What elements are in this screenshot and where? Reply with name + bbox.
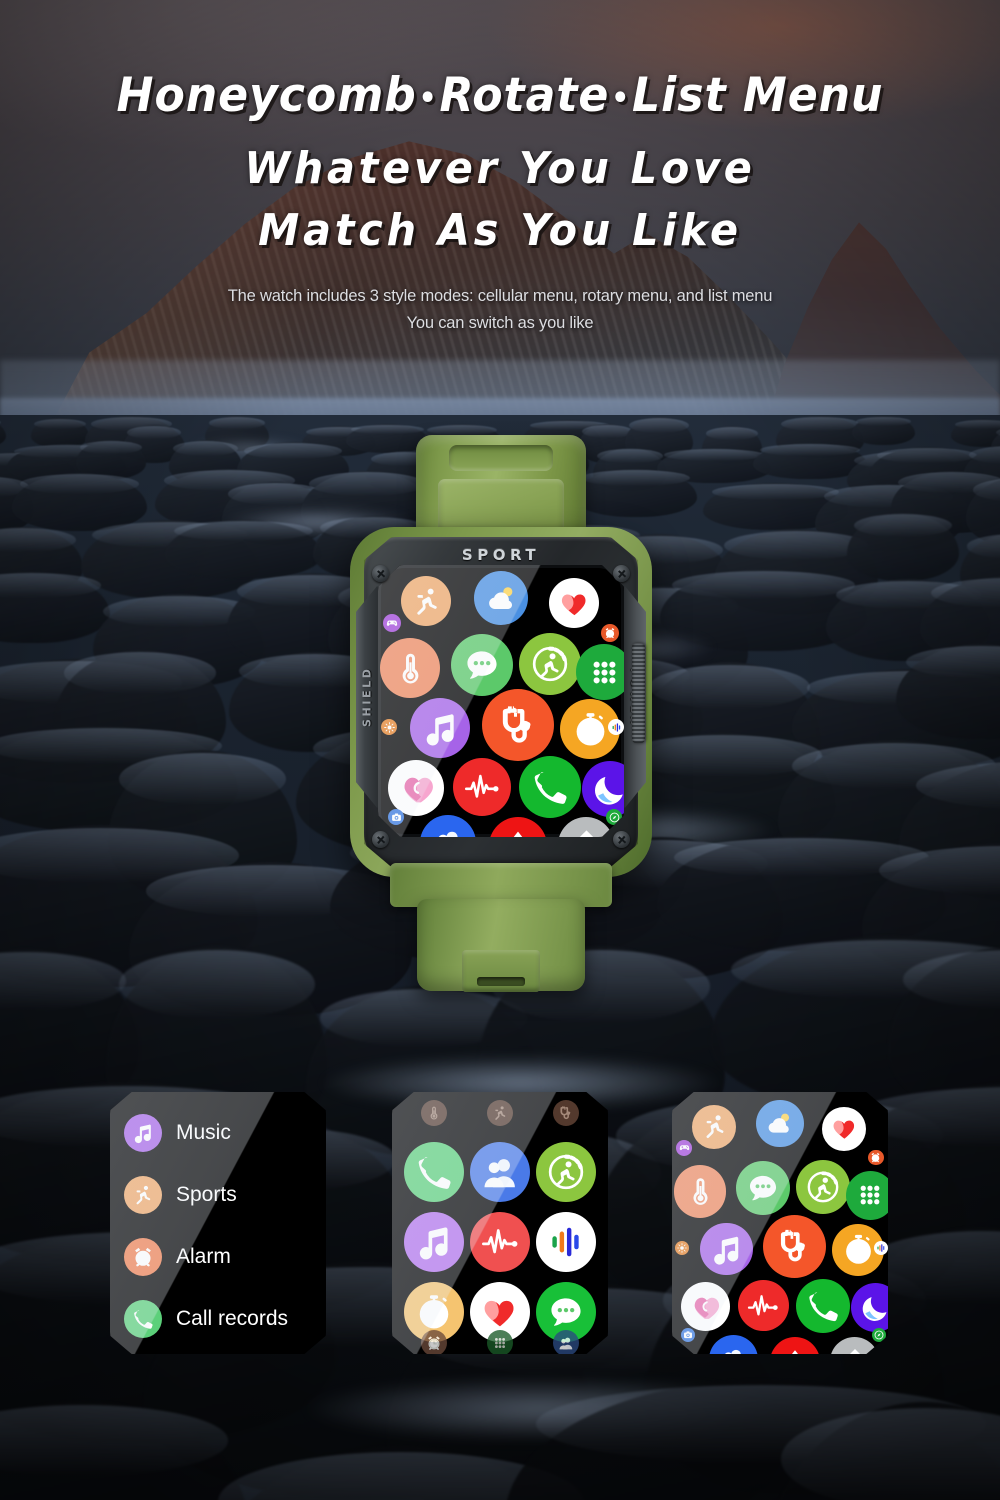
honey-panel-app-settings[interactable] (830, 1337, 880, 1354)
honey-panel-edge-compass[interactable] (872, 1327, 887, 1342)
app-sports-running[interactable] (401, 576, 451, 626)
list-item-label: Music (176, 1121, 231, 1144)
headline-line-2: Whatever You Love (244, 143, 756, 194)
list-menu-panel[interactable]: Music Sports Alarm Call records (110, 1092, 326, 1354)
app-messages[interactable] (451, 634, 513, 696)
app-sleep[interactable] (582, 761, 624, 817)
app-phone-call[interactable] (519, 756, 581, 818)
style-mode-panels: Music Sports Alarm Call records (0, 1092, 1000, 1382)
rotary-app-ecg[interactable] (470, 1212, 530, 1272)
band-slot (477, 977, 525, 986)
app-thermometer[interactable] (380, 638, 440, 698)
subtitle-block: The watch includes 3 style modes: cellul… (0, 283, 1000, 336)
rotary-app-phone-call[interactable] (404, 1142, 464, 1202)
honey-panel-app-sports-running[interactable] (692, 1104, 737, 1149)
list-item-label: Alarm (176, 1245, 231, 1268)
headline-word-list-menu: List Menu (632, 68, 884, 123)
honey-panel-app-health-monitor[interactable] (763, 1214, 827, 1278)
honey-panel-app-ecg[interactable] (737, 1280, 789, 1332)
list-item-call-records[interactable]: Call records (124, 1300, 288, 1338)
watch-left-rail-label: SHIELD (360, 666, 374, 728)
honey-panel-app-messages[interactable] (736, 1161, 791, 1216)
honey-panel-app-app-grid[interactable] (845, 1170, 888, 1220)
app-heart-rate[interactable] (549, 578, 599, 628)
rotary-app-contacts[interactable] (470, 1142, 530, 1202)
edge-app-alarm[interactable] (601, 624, 619, 642)
honeycomb-menu-panel[interactable] (672, 1092, 888, 1354)
rotary-faded-bottom-alarm-clock-icon[interactable] (421, 1330, 447, 1354)
list-item-label: Sports (176, 1183, 237, 1206)
phone-icon (124, 1300, 162, 1338)
band-top-notch (449, 445, 553, 471)
headline-separator-1: • (418, 80, 438, 116)
subtitle-line-2: You can switch as you like (406, 313, 594, 332)
list-item-music[interactable]: Music (124, 1114, 231, 1152)
honey-panel-app-phone-call[interactable] (795, 1278, 851, 1333)
subtitle-line-1: The watch includes 3 style modes: cellul… (227, 287, 773, 305)
header-block: Honeycomb•Rotate•List Menu Whatever You … (0, 0, 1000, 336)
rotary-faded-bottom-contacts-icon[interactable] (553, 1330, 579, 1354)
edge-app-equalizer[interactable] (608, 719, 624, 735)
honey-panel-app-sleep[interactable] (851, 1283, 888, 1333)
honey-panel-app-female-health[interactable] (680, 1282, 730, 1332)
honey-panel-edge-camera[interactable] (680, 1327, 695, 1342)
app-weather[interactable] (474, 571, 528, 625)
edge-app-brightness[interactable] (381, 719, 397, 735)
case-screw-bottom-left (372, 831, 389, 848)
rotary-menu-panel[interactable] (392, 1092, 608, 1354)
honey-panel-app-blood-oxygen[interactable] (769, 1337, 821, 1354)
rotary-app-workout[interactable] (536, 1142, 596, 1202)
rotary-faded-top-stethoscope-icon[interactable] (553, 1100, 579, 1126)
watch-screen[interactable] (378, 565, 624, 837)
edge-app-camera[interactable] (388, 809, 404, 825)
headline-word-rotate: Rotate (439, 68, 610, 123)
honey-panel-app-contacts[interactable] (708, 1335, 759, 1354)
app-ecg[interactable] (453, 758, 511, 816)
running-icon (124, 1176, 162, 1214)
honey-panel-app-weather[interactable] (756, 1100, 804, 1148)
honey-panel-app-music[interactable] (700, 1222, 753, 1276)
rotary-faded-top-thermometer-icon[interactable] (421, 1100, 447, 1126)
app-female-health[interactable] (388, 760, 444, 816)
headline-line-3: Match As You Like (258, 205, 742, 256)
honey-panel-edge-equalizer[interactable] (874, 1241, 888, 1255)
list-item-alarm[interactable]: Alarm (124, 1238, 231, 1276)
case-screw-top-right (613, 565, 630, 582)
power-button[interactable] (632, 643, 645, 743)
list-item-label: Call records (176, 1307, 289, 1330)
watch-brand-label: SPORT (461, 546, 541, 564)
rotary-faded-bottom-grid-dots-icon[interactable] (487, 1330, 513, 1354)
headline-word-honeycomb: Honeycomb (116, 68, 417, 123)
rotary-faded-top-running-icon[interactable] (487, 1100, 513, 1126)
honey-panel-app-workout[interactable] (795, 1160, 851, 1215)
rotary-app-music[interactable] (404, 1212, 464, 1272)
app-workout[interactable] (519, 633, 581, 695)
honey-panel-edge-brightness[interactable] (674, 1241, 689, 1255)
case-screw-top-left (372, 565, 389, 582)
app-health-monitor[interactable] (482, 689, 554, 761)
honey-panel-edge-alarm[interactable] (867, 1149, 884, 1166)
app-blood-oxygen[interactable] (489, 817, 547, 837)
app-contacts[interactable] (420, 815, 476, 837)
rotary-app-equalizer[interactable] (536, 1212, 596, 1272)
music-note-icon (124, 1114, 162, 1152)
app-app-grid[interactable] (576, 644, 624, 700)
alarm-clock-icon (124, 1238, 162, 1276)
honey-panel-app-thermometer[interactable] (673, 1164, 727, 1218)
case-screw-bottom-right (613, 831, 630, 848)
headline-line-1: Honeycomb•Rotate•List Menu (30, 0, 970, 119)
app-music[interactable] (410, 698, 470, 758)
honey-panel-app-heart-rate[interactable] (822, 1106, 866, 1151)
headline-separator-2: • (611, 80, 631, 116)
main-watch: SPORT SHIELD POWER (336, 435, 666, 1005)
honey-panel-edge-game[interactable] (676, 1140, 693, 1156)
list-item-sports[interactable]: Sports (124, 1176, 237, 1214)
edge-app-game[interactable] (383, 614, 401, 632)
